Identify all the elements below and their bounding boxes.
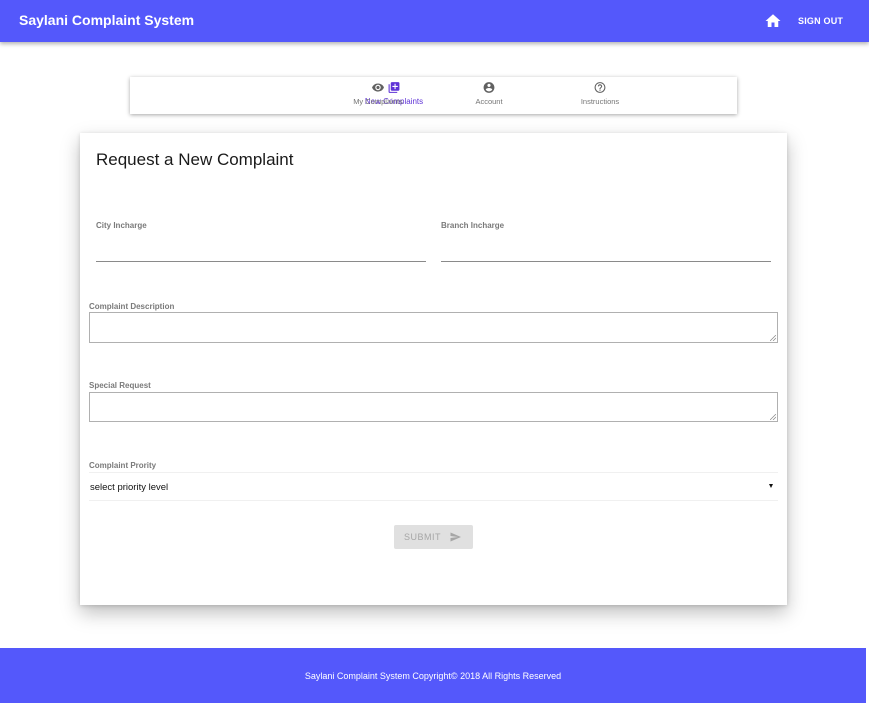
app-title: Saylani Complaint System [19,12,195,28]
city-incharge-label: City Incharge [96,221,147,230]
complaint-form-card: Request a New Complaint City Incharge Br… [80,133,787,605]
home-icon [765,14,781,27]
tab-account[interactable]: Account [439,77,539,114]
complaint-priority-select[interactable]: select priority level [89,472,778,501]
branch-incharge-label: Branch Incharge [441,221,505,230]
resize-grip-icon[interactable] [770,414,776,420]
form-title: Request a New Complaint [96,150,294,169]
help-circle-icon [594,82,606,93]
tab-instructions[interactable]: Instructions [550,77,650,114]
complaint-description-input[interactable] [89,312,778,343]
eye-icon [372,83,384,92]
city-incharge-input[interactable] [96,261,426,262]
complaint-description-label: Complaint Description [89,302,175,311]
home-button[interactable] [764,12,782,30]
submit-button[interactable]: SUBMIT [394,525,473,549]
bottom-navigation: New Complaints My Complaints Account Ins… [130,77,737,114]
tab-my-complaints[interactable]: My Complaints [328,77,428,114]
app-bar: Saylani Complaint System SIGN OUT [0,0,869,42]
tab-label: Instructions [580,97,620,106]
special-request-input[interactable] [89,392,778,422]
tab-label: Account [475,97,503,106]
resize-grip-icon[interactable] [770,335,776,341]
footer: Saylani Complaint System Copyright© 2018… [0,648,866,703]
special-request-label: Special Request [89,381,151,390]
sign-out-button[interactable]: SIGN OUT [798,16,843,26]
tab-label: My Complaints [353,97,403,106]
priority-selected-value: select priority level [90,482,169,493]
dropdown-arrow-icon [769,484,773,488]
submit-label: SUBMIT [404,532,442,542]
footer-copyright: Saylani Complaint System Copyright© 2018… [304,671,562,681]
account-circle-icon [483,82,495,93]
complaint-priority-label: Complaint Prority [89,461,157,470]
send-icon [450,532,461,542]
branch-incharge-input[interactable] [441,261,771,262]
